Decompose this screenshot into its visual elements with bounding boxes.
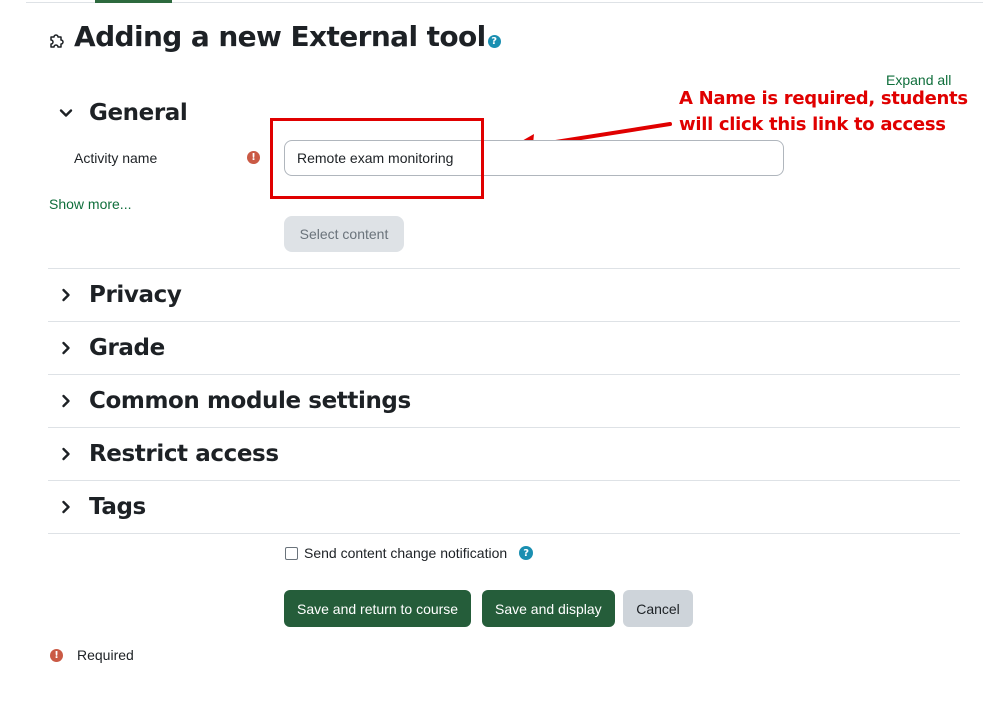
required-legend-label: Required (77, 647, 134, 663)
section-divider (48, 480, 960, 481)
section-privacy[interactable]: Privacy (48, 282, 960, 308)
chevron-right-icon (62, 288, 70, 302)
active-tab-indicator (95, 0, 172, 3)
section-divider (48, 268, 960, 269)
cancel-button[interactable]: Cancel (623, 590, 693, 627)
save-and-display-button[interactable]: Save and display (482, 590, 615, 627)
exclamation-circle-icon: ! (247, 151, 260, 164)
chevron-right-icon (62, 447, 70, 461)
section-general[interactable]: General (48, 100, 960, 126)
section-grade[interactable]: Grade (48, 335, 960, 361)
chevron-right-icon (62, 394, 70, 408)
section-tags[interactable]: Tags (48, 494, 960, 520)
show-more-link[interactable]: Show more... (49, 196, 131, 212)
question-circle-icon[interactable]: ? (487, 35, 501, 48)
section-divider (48, 321, 960, 322)
chevron-down-icon (59, 109, 73, 117)
section-divider (48, 374, 960, 375)
activity-name-label: Activity name (74, 150, 158, 166)
section-title: Grade (89, 335, 165, 361)
section-divider (48, 533, 960, 534)
page-title: Adding a new External tool (74, 20, 486, 53)
send-notification-checkbox[interactable] (285, 546, 298, 560)
content-change-notification: Send content change notification ? (285, 545, 534, 561)
required-legend: ! Required (50, 647, 134, 663)
section-title: Restrict access (89, 441, 279, 467)
select-content-button[interactable]: Select content (284, 216, 404, 252)
annotation-highlight-box (270, 118, 484, 199)
section-title: Tags (89, 494, 146, 520)
section-common-module-settings[interactable]: Common module settings (48, 388, 960, 414)
section-title: Common module settings (89, 388, 411, 414)
section-divider (48, 427, 960, 428)
section-title: General (89, 100, 188, 126)
save-and-return-button[interactable]: Save and return to course (284, 590, 472, 627)
question-circle-icon[interactable]: ? (519, 546, 534, 560)
section-restrict-access[interactable]: Restrict access (48, 441, 960, 467)
exclamation-circle-icon: ! (50, 648, 63, 662)
page-header: Adding a new External tool ? (48, 20, 501, 53)
puzzle-piece-icon (50, 33, 64, 48)
chevron-right-icon (62, 500, 70, 514)
section-title: Privacy (89, 282, 182, 308)
send-notification-label[interactable]: Send content change notification (304, 545, 507, 561)
chevron-right-icon (62, 341, 70, 355)
